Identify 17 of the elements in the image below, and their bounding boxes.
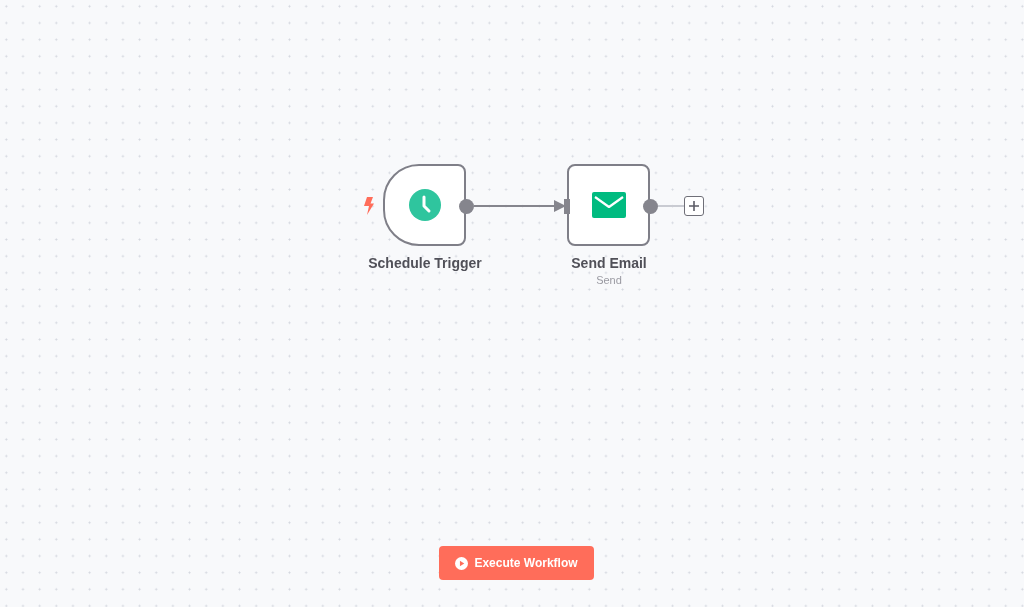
node-subtitle: Send xyxy=(596,273,622,287)
execute-workflow-button[interactable]: Execute Workflow xyxy=(439,546,594,580)
connection-arrow[interactable] xyxy=(474,200,566,212)
connector-line xyxy=(658,205,684,207)
action-node[interactable] xyxy=(567,164,650,246)
output-handle[interactable] xyxy=(643,198,658,214)
clock-icon xyxy=(408,189,441,221)
play-icon xyxy=(455,556,469,570)
lightning-icon xyxy=(364,197,374,215)
node-title: Send Email xyxy=(571,255,647,272)
plus-icon xyxy=(689,201,699,211)
output-handle[interactable] xyxy=(459,198,474,214)
node-title: Schedule Trigger xyxy=(368,255,482,272)
add-node-button[interactable] xyxy=(684,196,704,216)
trigger-node[interactable] xyxy=(383,164,466,246)
envelope-icon xyxy=(591,192,626,218)
input-handle[interactable] xyxy=(564,198,570,214)
